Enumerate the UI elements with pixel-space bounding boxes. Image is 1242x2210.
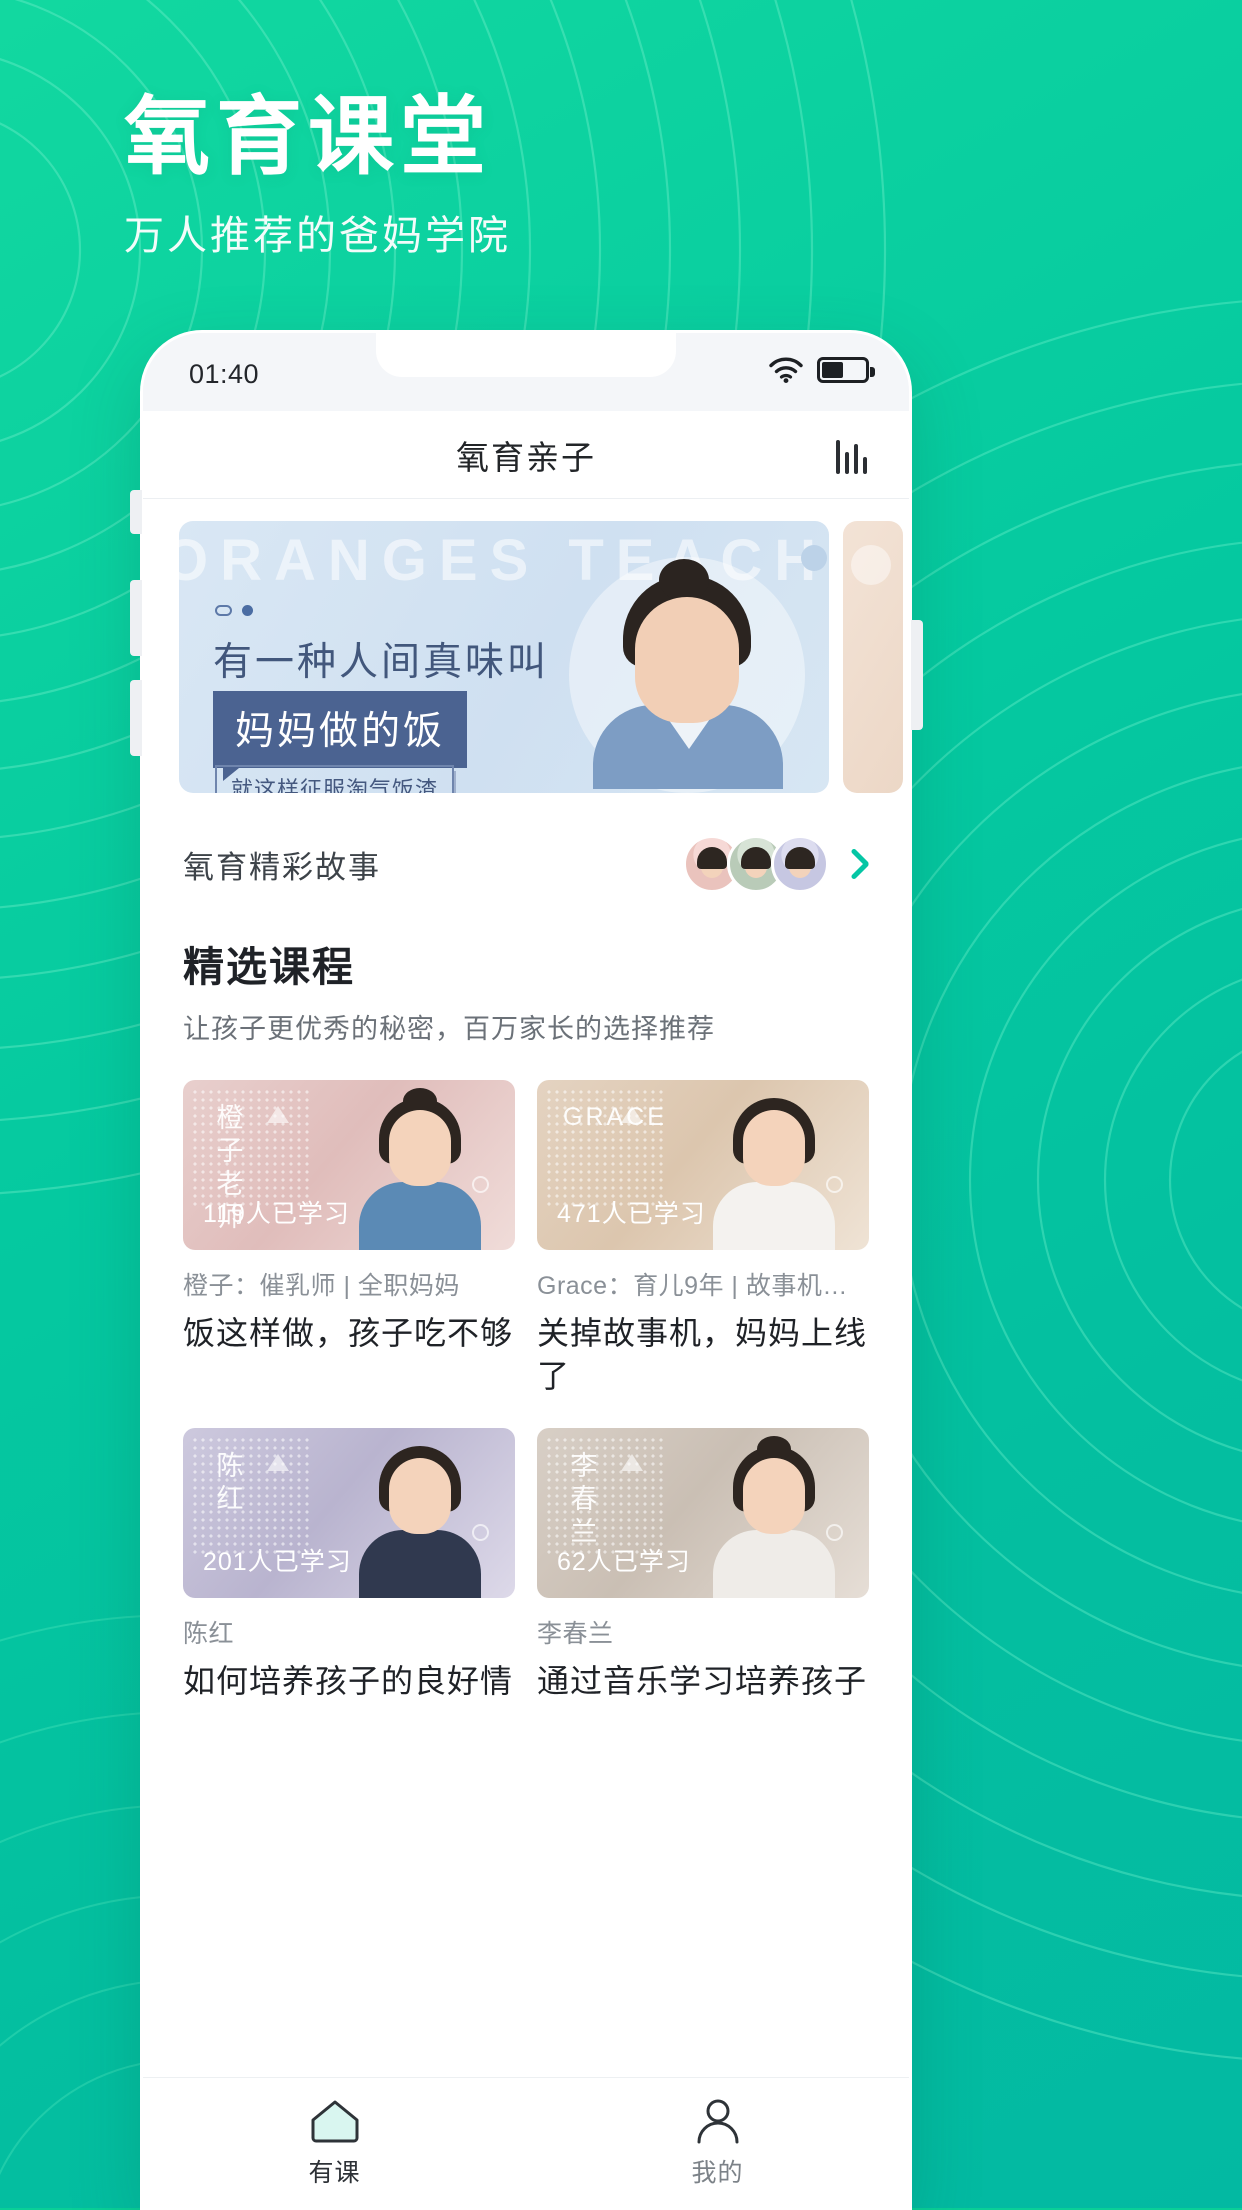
banner-teacher-photo — [567, 545, 811, 793]
tab-wode[interactable]: 我的 — [526, 2078, 909, 2207]
status-bar-time: 01:40 — [189, 359, 260, 389]
course-card[interactable]: 陈红 201人已学习 陈红 如何培养孩子的良好情 — [183, 1427, 515, 1703]
featured-subheading: 让孩子更优秀的秘密，百万家长的选择推荐 — [183, 1014, 715, 1044]
teacher-portrait — [699, 1435, 849, 1598]
course-learner-count: 201人已学习 — [203, 1547, 352, 1576]
tab-youke[interactable]: 有课 — [143, 2078, 526, 2207]
tab-label: 我的 — [691, 2158, 744, 2187]
course-title: 关掉故事机，妈妈上线了 — [537, 1315, 868, 1394]
app-bar: 氧育亲子 — [143, 411, 909, 499]
course-meta: Grace：育儿9年 | 故事机… — [537, 1272, 848, 1300]
phone-notch — [376, 333, 676, 377]
stories-avatar-group — [683, 835, 829, 893]
tab-label: 有课 — [308, 2158, 361, 2187]
promo-title: 氧育课堂 — [124, 89, 492, 185]
course-thumbnail[interactable]: 李春兰 62人已学习 — [537, 1427, 869, 1598]
banner-slide-active[interactable]: ORANGES TEACHER — [179, 521, 829, 793]
teacher-portrait — [345, 1088, 495, 1250]
phone-silent-switch — [130, 490, 142, 534]
featured-heading: 精选课程 — [183, 944, 355, 990]
banner-slide-next[interactable] — [843, 521, 903, 793]
promo-subtitle: 万人推荐的爸妈学院 — [124, 213, 511, 258]
carousel-dots-icon — [215, 605, 253, 616]
content-scroll-area[interactable]: ORANGES TEACHER — [143, 499, 909, 2207]
course-learner-count: 62人已学习 — [557, 1547, 691, 1576]
page-title: 氧育亲子 — [456, 438, 596, 476]
course-title: 如何培养孩子的良好情 — [183, 1662, 514, 1699]
course-title: 饭这样做，孩子吃不够 — [183, 1315, 514, 1351]
course-thumbnail[interactable]: 橙子老师 119人已学习 — [183, 1080, 515, 1250]
status-bar-icons — [769, 357, 875, 383]
bar-chart-icon[interactable] — [836, 436, 867, 474]
banner-carousel[interactable]: ORANGES TEACHER — [143, 499, 909, 799]
banner-decor-ball — [801, 545, 827, 571]
bottom-tab-bar: 有课 我的 — [143, 2077, 909, 2207]
banner-highlight: 妈妈做的饭 — [213, 691, 468, 781]
phone-volume-up-button — [130, 580, 142, 656]
phone-power-button — [911, 620, 923, 730]
wifi-icon — [769, 357, 803, 383]
course-thumbnail[interactable]: 陈红 201人已学习 — [183, 1427, 515, 1598]
course-meta: 陈红 — [183, 1619, 235, 1648]
course-thumbnail[interactable]: GRACE 471人已学习 — [537, 1080, 869, 1250]
teacher-portrait — [345, 1438, 495, 1598]
home-icon — [311, 2100, 358, 2142]
teacher-portrait — [699, 1090, 849, 1250]
app-screen: 01:40 氧育亲子 ORANGES TEACH 有一种人间真味叫 妈妈做的饭 … — [143, 333, 909, 2207]
avatar — [771, 835, 829, 893]
scroll-fade-mask — [143, 2051, 909, 2077]
stories-entry[interactable] — [683, 835, 869, 893]
banner-line-1: 有一种人间真味叫 — [213, 641, 550, 684]
course-learner-count: 119人已学习 — [203, 1200, 350, 1228]
phone-mockup: 01:40 氧育亲子 ORANGES TEACH 有一种人间真味叫 妈妈做的饭 … — [140, 330, 912, 2210]
stories-title: 氧育精彩故事 — [183, 849, 381, 885]
phone-volume-down-button — [130, 680, 142, 756]
stories-row[interactable]: 氧育精彩故事 — [143, 799, 909, 923]
course-title: 通过音乐学习培养孩子 — [537, 1662, 868, 1699]
course-card[interactable]: 李春兰 62人已学习 李春兰 通过音乐学习培养孩子 — [537, 1427, 869, 1703]
course-card[interactable]: GRACE 471人已学习 Grace：育儿9年 | 故事机… 关掉故事机，妈妈… — [537, 1080, 869, 1398]
chevron-right-icon[interactable] — [849, 847, 869, 881]
banner-tagline: 就这样征服淘气饭渣 — [215, 765, 455, 793]
status-bar: 01:40 — [143, 333, 909, 411]
battery-icon — [817, 357, 875, 383]
promo-heading-block: 氧育课堂 万人推荐的爸妈学院 — [124, 90, 511, 261]
course-grid: 橙子老师 119人已学习 橙子：催乳师 | 全职妈妈 饭这样做，孩子吃不够 47… — [183, 1080, 869, 1703]
course-learner-count: 471人已学习 — [557, 1200, 706, 1228]
featured-courses-section: 精选课程 让孩子更优秀的秘密，百万家长的选择推荐 橙子老师 119人已学习 橙子… — [143, 923, 909, 1703]
course-meta: 李春兰 — [537, 1619, 614, 1648]
thumbnail-teacher-name: 李春兰 — [570, 1450, 600, 1547]
course-meta: 橙子：催乳师 | 全职妈妈 — [183, 1272, 460, 1300]
thumbnail-teacher-name: GRACE — [563, 1102, 664, 1133]
course-card[interactable]: 橙子老师 119人已学习 橙子：催乳师 | 全职妈妈 饭这样做，孩子吃不够 — [183, 1080, 515, 1398]
person-icon — [697, 2099, 738, 2143]
thumbnail-teacher-name: 陈红 — [216, 1450, 246, 1514]
